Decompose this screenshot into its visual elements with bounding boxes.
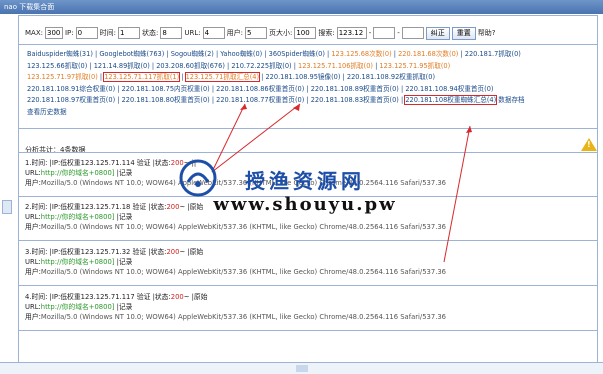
arrow-line: [211, 103, 301, 173]
arrow-head: [240, 104, 247, 110]
arrow-head: [466, 126, 472, 133]
arrow-head: [293, 104, 300, 111]
arrow-line: [443, 125, 471, 263]
watermark-title: 授渔资源网: [245, 169, 365, 193]
side-scroll-arrow[interactable]: [2, 200, 12, 214]
watermark: 授渔资源网 www.shouyu.pw: [210, 165, 400, 215]
scrollbar-thumb[interactable]: [296, 365, 308, 372]
horizontal-scrollbar[interactable]: [0, 362, 603, 374]
watermark-url: www.shouyu.pw: [213, 194, 397, 215]
